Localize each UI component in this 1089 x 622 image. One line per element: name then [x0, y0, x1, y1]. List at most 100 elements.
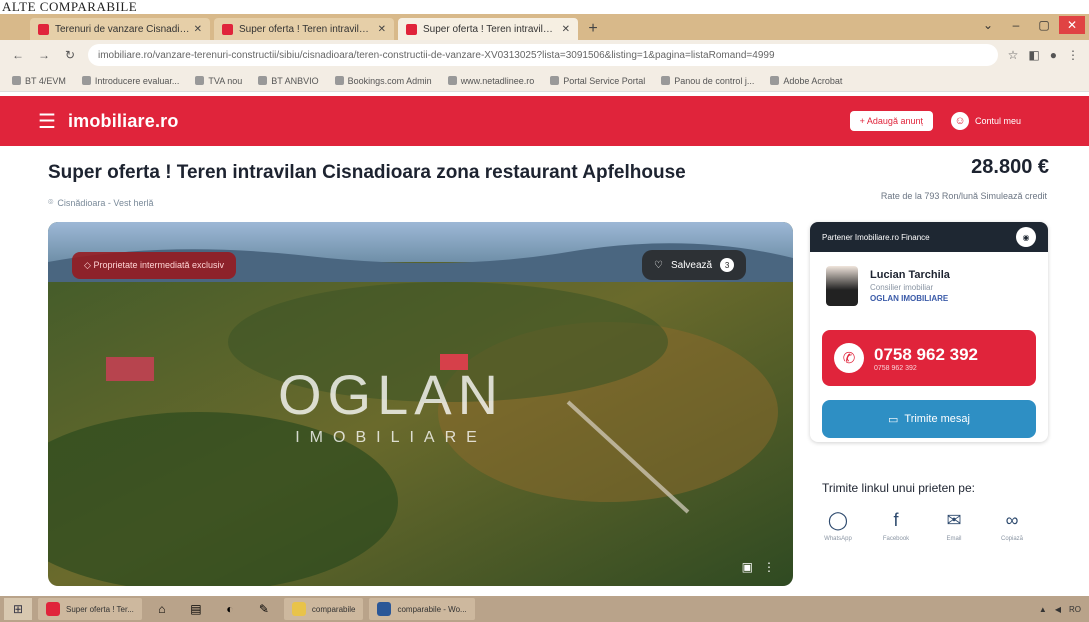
- bookmark-icon: [12, 76, 21, 85]
- chrome-icon: [46, 602, 60, 616]
- address-bar: ← → ↻ imobiliare.ro /vanzare-terenuri-co…: [0, 40, 1089, 70]
- bookmark-icon: [258, 76, 268, 85]
- gallery-icon[interactable]: ▣: [742, 560, 753, 574]
- gallery-controls: ▣ ⋮: [742, 560, 775, 574]
- profile-icon[interactable]: ●: [1050, 48, 1057, 62]
- facebook-icon: f: [893, 510, 899, 530]
- bookmark-label: Panou de control j...: [674, 75, 755, 86]
- bookmark-item[interactable]: TVA nou: [195, 76, 242, 86]
- agency-watermark: OGLAN IMOBILIARE: [278, 367, 504, 447]
- browser-tab-2[interactable]: Super oferta ! Teren intravilan C ✕: [214, 18, 394, 40]
- share-label: Facebook: [882, 536, 910, 542]
- taskbar-app-chrome[interactable]: Super oferta ! Ter...: [38, 598, 142, 620]
- bookmark-icon: [195, 76, 205, 85]
- bookmarks-bar: BT 4/EVM Introducere evaluar... TVA nou …: [0, 70, 1089, 92]
- call-button[interactable]: ✆ 0758 962 392 0758 962 392: [822, 330, 1036, 386]
- link-icon: ∞: [1005, 510, 1019, 530]
- save-label: Salvează: [670, 259, 713, 271]
- tab-close-icon[interactable]: ✕: [562, 24, 570, 35]
- share-label: WhatsApp: [824, 536, 852, 542]
- partner-label: Partener Imobiliare.ro Finance: [822, 232, 930, 242]
- bookmark-label: Portal Service Portal: [563, 75, 646, 86]
- forward-icon[interactable]: →: [36, 48, 52, 62]
- whatsapp-icon: ◯: [827, 510, 849, 530]
- home-icon[interactable]: ⌂: [148, 598, 176, 620]
- site-favicon-icon: [38, 23, 49, 35]
- chevron-down-icon[interactable]: ⌄: [975, 16, 1001, 34]
- bookmark-item[interactable]: Bookings.com Admin: [334, 76, 432, 86]
- taskbar-app-folder[interactable]: comparabile: [283, 598, 364, 620]
- header-actions: + Adaugă anunț ☺ Contul meu: [849, 111, 1021, 131]
- language-indicator[interactable]: RO: [1069, 605, 1081, 614]
- share-whatsapp-button[interactable]: ◯ WhatsApp: [822, 510, 854, 542]
- bookmark-item[interactable]: www.netadlinee.ro: [447, 76, 534, 86]
- save-count: 3: [720, 258, 735, 272]
- agent-avatar: [826, 266, 858, 306]
- send-message-button[interactable]: ▭ Trimite mesaj: [822, 400, 1036, 438]
- site-logo[interactable]: imobiliare.ro: [68, 111, 179, 132]
- partner-bar: Partener Imobiliare.ro Finance ◉: [810, 222, 1048, 252]
- bookmark-label: BT ANBVIO: [271, 75, 319, 86]
- files-icon[interactable]: ▤: [182, 598, 210, 620]
- new-tab-button[interactable]: +: [582, 18, 604, 40]
- browser-actions: ☆ ◧ ● ⋮: [1008, 48, 1079, 62]
- tab-close-icon[interactable]: ✕: [378, 24, 386, 35]
- save-button[interactable]: ♡ Salvează 3: [642, 250, 747, 280]
- pdf-icon[interactable]: ✎: [250, 598, 278, 620]
- agent-agency[interactable]: OGLAN IMOBILIARE: [870, 294, 950, 303]
- edge-icon[interactable]: ◐: [216, 598, 244, 620]
- back-icon[interactable]: ←: [10, 48, 26, 62]
- account-label: Contul meu: [974, 116, 1021, 126]
- agent-name[interactable]: Lucian Tarchila: [870, 269, 950, 281]
- bookmark-label: TVA nou: [208, 75, 243, 86]
- extensions-icon[interactable]: ◧: [1028, 48, 1039, 62]
- bookmark-item[interactable]: Portal Service Portal: [550, 76, 645, 86]
- bookmark-icon: [661, 76, 671, 85]
- os-taskbar: ⊞ Super oferta ! Ter... ⌂ ▤ ◐ ✎ comparab…: [0, 596, 1089, 622]
- hamburger-menu-icon[interactable]: ☰: [38, 109, 56, 134]
- share-email-button[interactable]: ✉ Email: [938, 510, 970, 542]
- tab-title: Super oferta ! Teren intravilan C: [423, 23, 558, 35]
- browser-tab-1[interactable]: Terenuri de vanzare Cisnadioara ✕: [30, 18, 210, 40]
- location-text[interactable]: Cisnădioara - Vest herlă: [57, 198, 153, 208]
- folder-icon: [291, 602, 306, 616]
- browser-tab-3[interactable]: Super oferta ! Teren intravilan C ✕: [398, 18, 578, 40]
- account-menu[interactable]: ☺ Contul meu: [950, 112, 1021, 130]
- star-icon[interactable]: ☆: [1008, 48, 1019, 62]
- user-avatar-icon: ☺: [950, 112, 969, 130]
- url-path: /vanzare-terenuri-constructii/sibiu/cisn…: [152, 49, 775, 61]
- watermark-main: OGLAN: [278, 363, 505, 426]
- url-host-text: imobiliare.ro: [98, 49, 153, 61]
- watermark-sub: IMOBILIARE: [295, 429, 487, 446]
- share-copy-link-button[interactable]: ∞ Copiază: [996, 510, 1028, 542]
- send-message-label: Trimite mesaj: [904, 413, 970, 425]
- network-icon[interactable]: ▲: [1039, 605, 1047, 614]
- url-field[interactable]: imobiliare.ro /vanzare-terenuri-construc…: [88, 44, 998, 66]
- listing-title: Super oferta ! Teren intravilan Cisnadio…: [48, 162, 686, 183]
- close-icon[interactable]: ✕: [1059, 16, 1085, 34]
- bookmark-item[interactable]: Introducere evaluar...: [81, 76, 179, 86]
- taskbar-app-word[interactable]: comparabile - Wo...: [369, 598, 475, 620]
- maximize-icon[interactable]: ▢: [1031, 16, 1057, 34]
- bookmark-icon: [770, 76, 780, 85]
- agent-card: Partener Imobiliare.ro Finance ◉ Lucian …: [810, 222, 1048, 442]
- share-title: Trimite linkul unui prieten pe:: [822, 481, 975, 495]
- listing-photo[interactable]: ◇ Proprietate intermediată exclusiv ♡ Sa…: [48, 222, 793, 586]
- minimize-icon[interactable]: –: [1003, 16, 1029, 34]
- bookmark-item[interactable]: BT ANBVIO: [258, 75, 319, 86]
- menu-icon[interactable]: ⋮: [1067, 48, 1079, 62]
- volume-icon[interactable]: ◀: [1055, 605, 1061, 614]
- credit-rate-link[interactable]: Rate de la 793 Ron/lună Simulează credit: [881, 191, 1047, 201]
- start-button[interactable]: ⊞: [4, 598, 32, 620]
- share-facebook-button[interactable]: f Facebook: [880, 510, 912, 542]
- bookmark-item[interactable]: BT 4/EVM: [12, 76, 66, 86]
- bookmark-item[interactable]: Panou de control j...: [661, 76, 754, 86]
- reload-icon[interactable]: ↻: [62, 48, 78, 62]
- add-listing-button[interactable]: + Adaugă anunț: [849, 111, 933, 131]
- bookmark-item[interactable]: Adobe Acrobat: [770, 76, 842, 86]
- diamond-icon: ◇: [84, 260, 91, 270]
- bookmark-label: Adobe Acrobat: [783, 75, 843, 86]
- more-icon[interactable]: ⋮: [763, 560, 775, 574]
- site-header: ☰ imobiliare.ro + Adaugă anunț ☺ Contul …: [0, 96, 1089, 146]
- tab-close-icon[interactable]: ✕: [194, 24, 202, 35]
